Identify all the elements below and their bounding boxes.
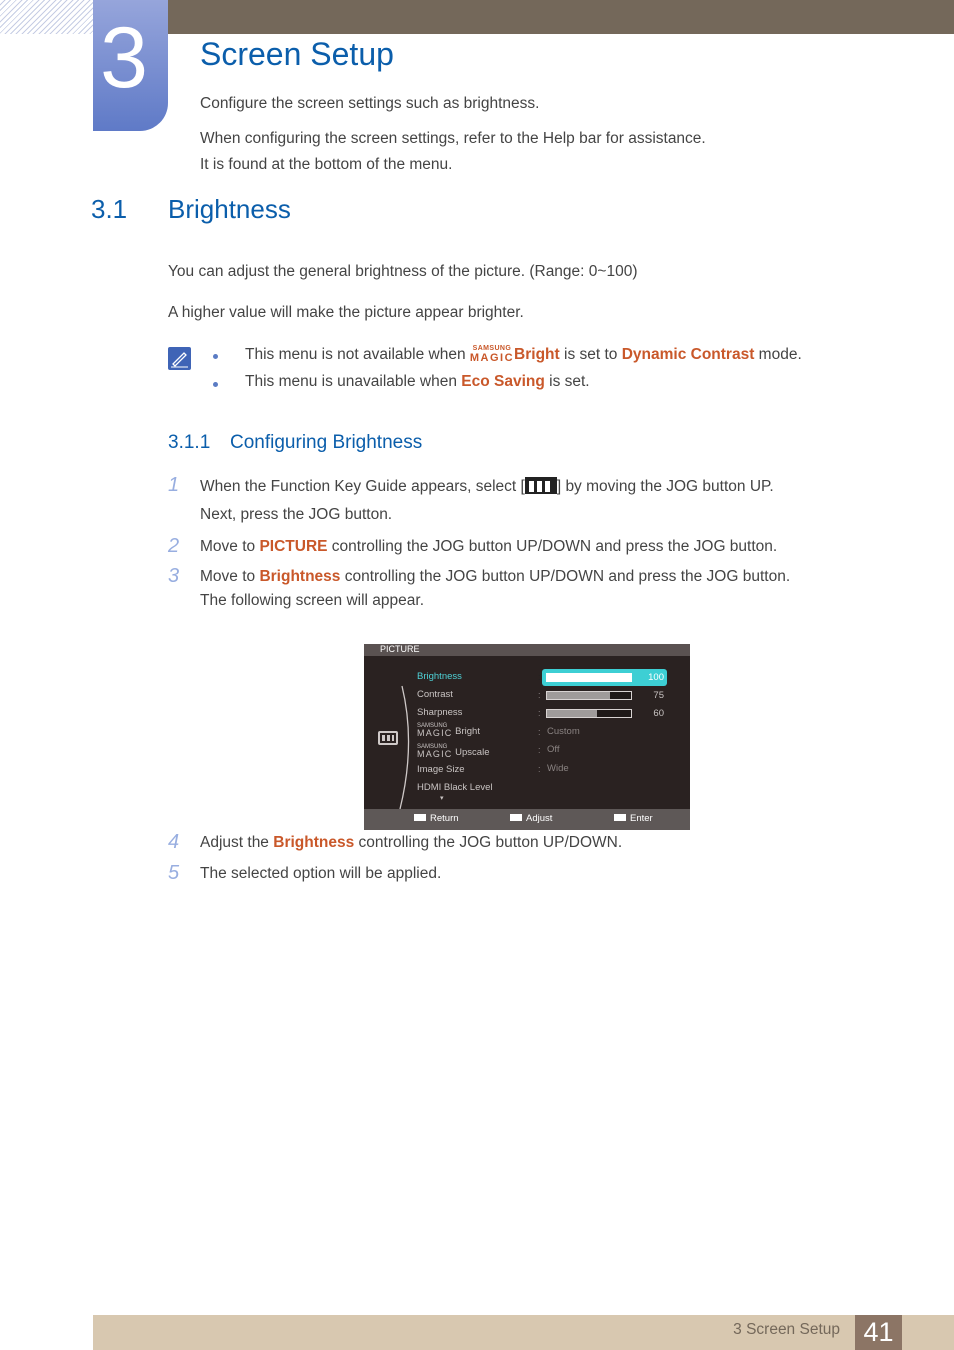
osd-item-magic-bright[interactable]: SAMSUNG MAGIC Bright (417, 723, 480, 738)
osd-item-brightness[interactable]: Brightness (417, 671, 462, 682)
osd-magic-bright-value: Custom (547, 726, 580, 737)
step-number: 3 (168, 565, 180, 587)
chapter-tab: 3 (93, 0, 168, 131)
osd-help-bar: Return Adjust Enter (364, 809, 690, 830)
subsection-title: Configuring Brightness (230, 432, 423, 453)
osd-more-arrow-icon: ▾ (440, 795, 444, 802)
menu-key-icon (524, 477, 557, 494)
osd-item-hdmi-black-level[interactable]: HDMI Black Level (417, 782, 493, 793)
osd-image-size-value: Wide (547, 763, 569, 774)
note-pencil-icon (168, 347, 191, 370)
osd-arc-decoration (399, 685, 410, 810)
osd-item-image-size[interactable]: Image Size (417, 764, 465, 775)
step-number: 4 (168, 831, 180, 853)
note-bullet (213, 382, 218, 387)
osd-bar-fill (547, 710, 598, 717)
note-2: This menu is unavailable when Eco Saving… (245, 373, 590, 390)
section-title: Brightness (168, 194, 291, 224)
osd-picture-icon (378, 731, 398, 745)
osd-item-contrast[interactable]: Contrast (417, 689, 453, 700)
section-number: 3.1 (91, 194, 128, 224)
page-title: Screen Setup (200, 36, 394, 72)
osd-sharpness-bar[interactable] (546, 709, 632, 718)
osd-item-magic-upscale[interactable]: SAMSUNG MAGIC Upscale (417, 744, 489, 759)
section-para-1: You can adjust the general brightness of… (168, 263, 638, 280)
help-line-1: When configuring the screen settings, re… (200, 130, 706, 147)
osd-brightness-value: 100 (648, 672, 664, 683)
osd-item-sharpness[interactable]: Sharpness (417, 707, 462, 718)
help-line-2: It is found at the bottom of the menu. (200, 156, 453, 173)
updown-key-icon (510, 814, 522, 821)
osd-contrast-value: 75 (653, 690, 664, 701)
chapter-intro: Configure the screen settings such as br… (200, 95, 540, 112)
step-number: 5 (168, 862, 180, 884)
osd-return-hint: Return (414, 813, 459, 824)
step-3-line-2: The following screen will appear. (200, 592, 425, 609)
page-footer: 3 Screen Setup 41 (93, 1315, 954, 1350)
step-2: Move to PICTURE controlling the JOG butt… (200, 538, 778, 555)
osd-bar-fill (547, 692, 610, 699)
subsection-number: 3.1.1 (168, 432, 211, 453)
osd-sharpness-value: 60 (653, 708, 664, 719)
page-number: 41 (855, 1315, 902, 1350)
osd-brightness-bar[interactable] (546, 673, 632, 682)
chapter-number: 3 (100, 10, 148, 106)
section-para-2: A higher value will make the picture app… (168, 304, 524, 321)
left-arrow-key-icon (414, 814, 426, 821)
note-bullet (213, 354, 218, 359)
step-1-line-2: Next, press the JOG button. (200, 506, 393, 523)
osd-bar-fill (547, 674, 631, 681)
osd-magic-upscale-value: Off (547, 744, 560, 755)
header-hatch-decoration (0, 0, 93, 34)
step-1: When the Function Key Guide appears, sel… (200, 477, 774, 495)
osd-picture-menu: PICTURE Brightness : 100 Contrast : 75 S… (364, 644, 690, 830)
footer-chapter-label: 3 Screen Setup (733, 1321, 840, 1338)
osd-adjust-hint: Adjust (510, 813, 552, 824)
step-4: Adjust the Brightness controlling the JO… (200, 834, 623, 851)
osd-enter-hint: Enter (614, 813, 653, 824)
note-1: This menu is not available when SAMSUNG M… (245, 345, 802, 364)
samsung-magic-logo: SAMSUNG MAGIC (469, 345, 515, 364)
step-3: Move to Brightness controlling the JOG b… (200, 568, 791, 585)
header-bar (168, 0, 954, 34)
step-5: The selected option will be applied. (200, 865, 442, 882)
step-number: 2 (168, 535, 180, 557)
enter-key-icon (614, 814, 626, 821)
osd-contrast-bar[interactable] (546, 691, 632, 700)
step-number: 1 (168, 474, 180, 496)
osd-header: PICTURE (364, 644, 690, 656)
